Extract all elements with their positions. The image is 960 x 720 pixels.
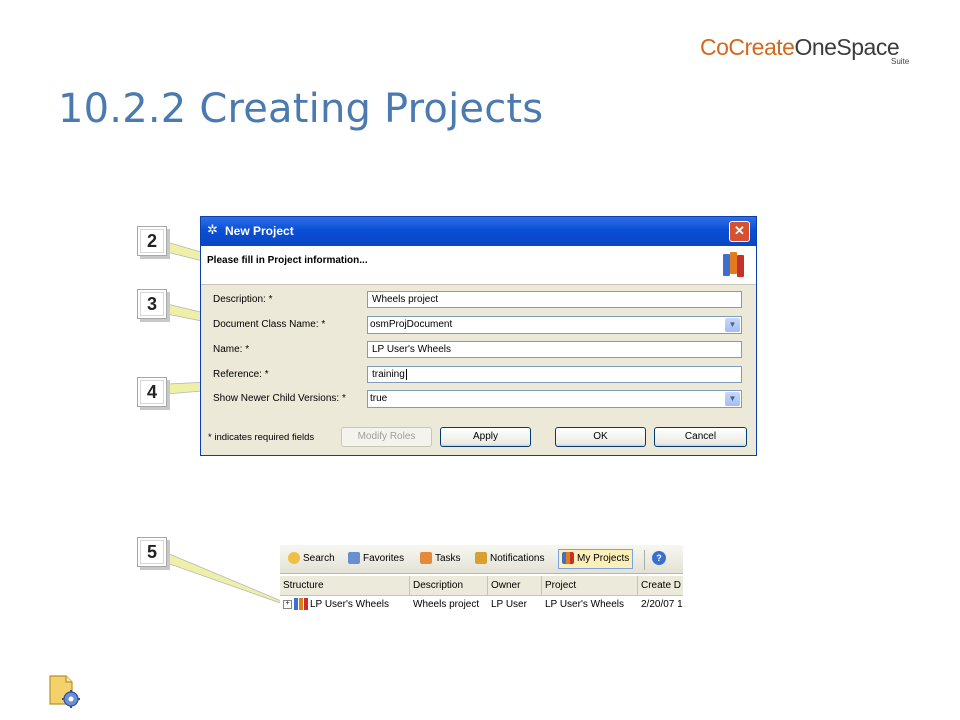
table-header: Structure Description Owner Project Crea… [280, 576, 683, 596]
tasks-icon [420, 552, 432, 565]
toolbar-separator [644, 550, 645, 570]
toolbar-tasks[interactable]: Tasks [420, 551, 461, 567]
notifications-icon [475, 552, 487, 565]
column-create-date[interactable]: Create D [638, 576, 683, 595]
cell-create-date: 2/20/07 1 [641, 599, 683, 610]
reference-field[interactable]: training [367, 366, 742, 383]
reference-label: Reference: * [213, 369, 269, 380]
callout-3: 3 [137, 289, 167, 319]
callout-4: 4 [137, 377, 167, 407]
modify-roles-button[interactable]: Modify Roles [341, 427, 432, 447]
dialog-title: New Project [225, 224, 294, 238]
cell-structure[interactable]: + LP User's Wheels [280, 596, 410, 614]
cell-owner: LP User [491, 599, 527, 610]
column-owner[interactable]: Owner [488, 576, 542, 595]
ok-button[interactable]: OK [555, 427, 646, 447]
bookmark-icon [348, 552, 360, 565]
search-icon [288, 552, 300, 565]
toolbar-favorites[interactable]: Favorites [348, 551, 404, 567]
toolbar-notifications[interactable]: Notifications [475, 551, 544, 567]
dialog-titlebar[interactable]: ✲ New Project ✕ [201, 217, 756, 246]
name-label: Name: * [213, 344, 250, 355]
required-fields-note: * indicates required fields [208, 432, 315, 443]
column-project[interactable]: Project [542, 576, 638, 595]
description-label: Description: * [213, 294, 273, 305]
toolbar-my-projects[interactable]: My Projects [558, 549, 634, 569]
column-structure[interactable]: Structure [280, 576, 410, 595]
chevron-down-icon[interactable]: ▼ [725, 392, 740, 406]
chevron-down-icon[interactable]: ▼ [725, 318, 740, 332]
instruction-banner: Please fill in Project information... [201, 246, 756, 285]
my-projects-panel: Search Favorites Tasks Notifications My … [280, 545, 683, 621]
document-class-label: Document Class Name: * [213, 319, 326, 330]
brand-onespace: OneSpace [794, 34, 900, 60]
callout-5: 5 [137, 537, 167, 567]
books-icon [722, 250, 748, 277]
callout-2: 2 [137, 226, 167, 256]
reference-value: training [372, 369, 405, 380]
new-project-dialog: ✲ New Project ✕ Please fill in Project i… [200, 216, 757, 456]
document-settings-icon [49, 675, 80, 708]
gear-icon: ✲ [207, 222, 218, 237]
show-newer-select[interactable]: true ▼ [367, 390, 742, 408]
name-field[interactable]: LP User's Wheels [367, 341, 742, 358]
projects-icon [562, 552, 574, 565]
cocreate-onespace-logo: CoCreateOneSpace Suite [700, 34, 920, 74]
toolbar-search[interactable]: Search [288, 551, 335, 567]
brand-suite: Suite [891, 57, 910, 66]
show-newer-value: true [370, 393, 388, 404]
cell-description: Wheels project [413, 599, 480, 610]
column-description[interactable]: Description [410, 576, 488, 595]
text-cursor [405, 369, 407, 380]
close-button[interactable]: ✕ [729, 221, 750, 242]
apply-button[interactable]: Apply [440, 427, 531, 447]
brand-cocreate: CoCreate [700, 34, 795, 60]
cancel-button[interactable]: Cancel [654, 427, 747, 447]
instruction-text: Please fill in Project information... [207, 255, 368, 266]
help-icon[interactable]: ? [652, 551, 666, 565]
expand-icon[interactable]: + [283, 599, 292, 609]
callout-5-leader [166, 552, 287, 606]
workspace-toolbar: Search Favorites Tasks Notifications My … [280, 545, 683, 574]
description-field[interactable]: Wheels project [367, 291, 742, 308]
slide-title: 10.2.2 Creating Projects [58, 86, 544, 132]
show-newer-label: Show Newer Child Versions: * [213, 393, 346, 404]
document-class-value: osmProjDocument [370, 319, 453, 330]
table-row[interactable]: + LP User's Wheels Wheels project LP User… [280, 596, 683, 614]
document-class-select[interactable]: osmProjDocument ▼ [367, 316, 742, 334]
project-icon [294, 598, 308, 611]
cell-project: LP User's Wheels [545, 599, 624, 610]
